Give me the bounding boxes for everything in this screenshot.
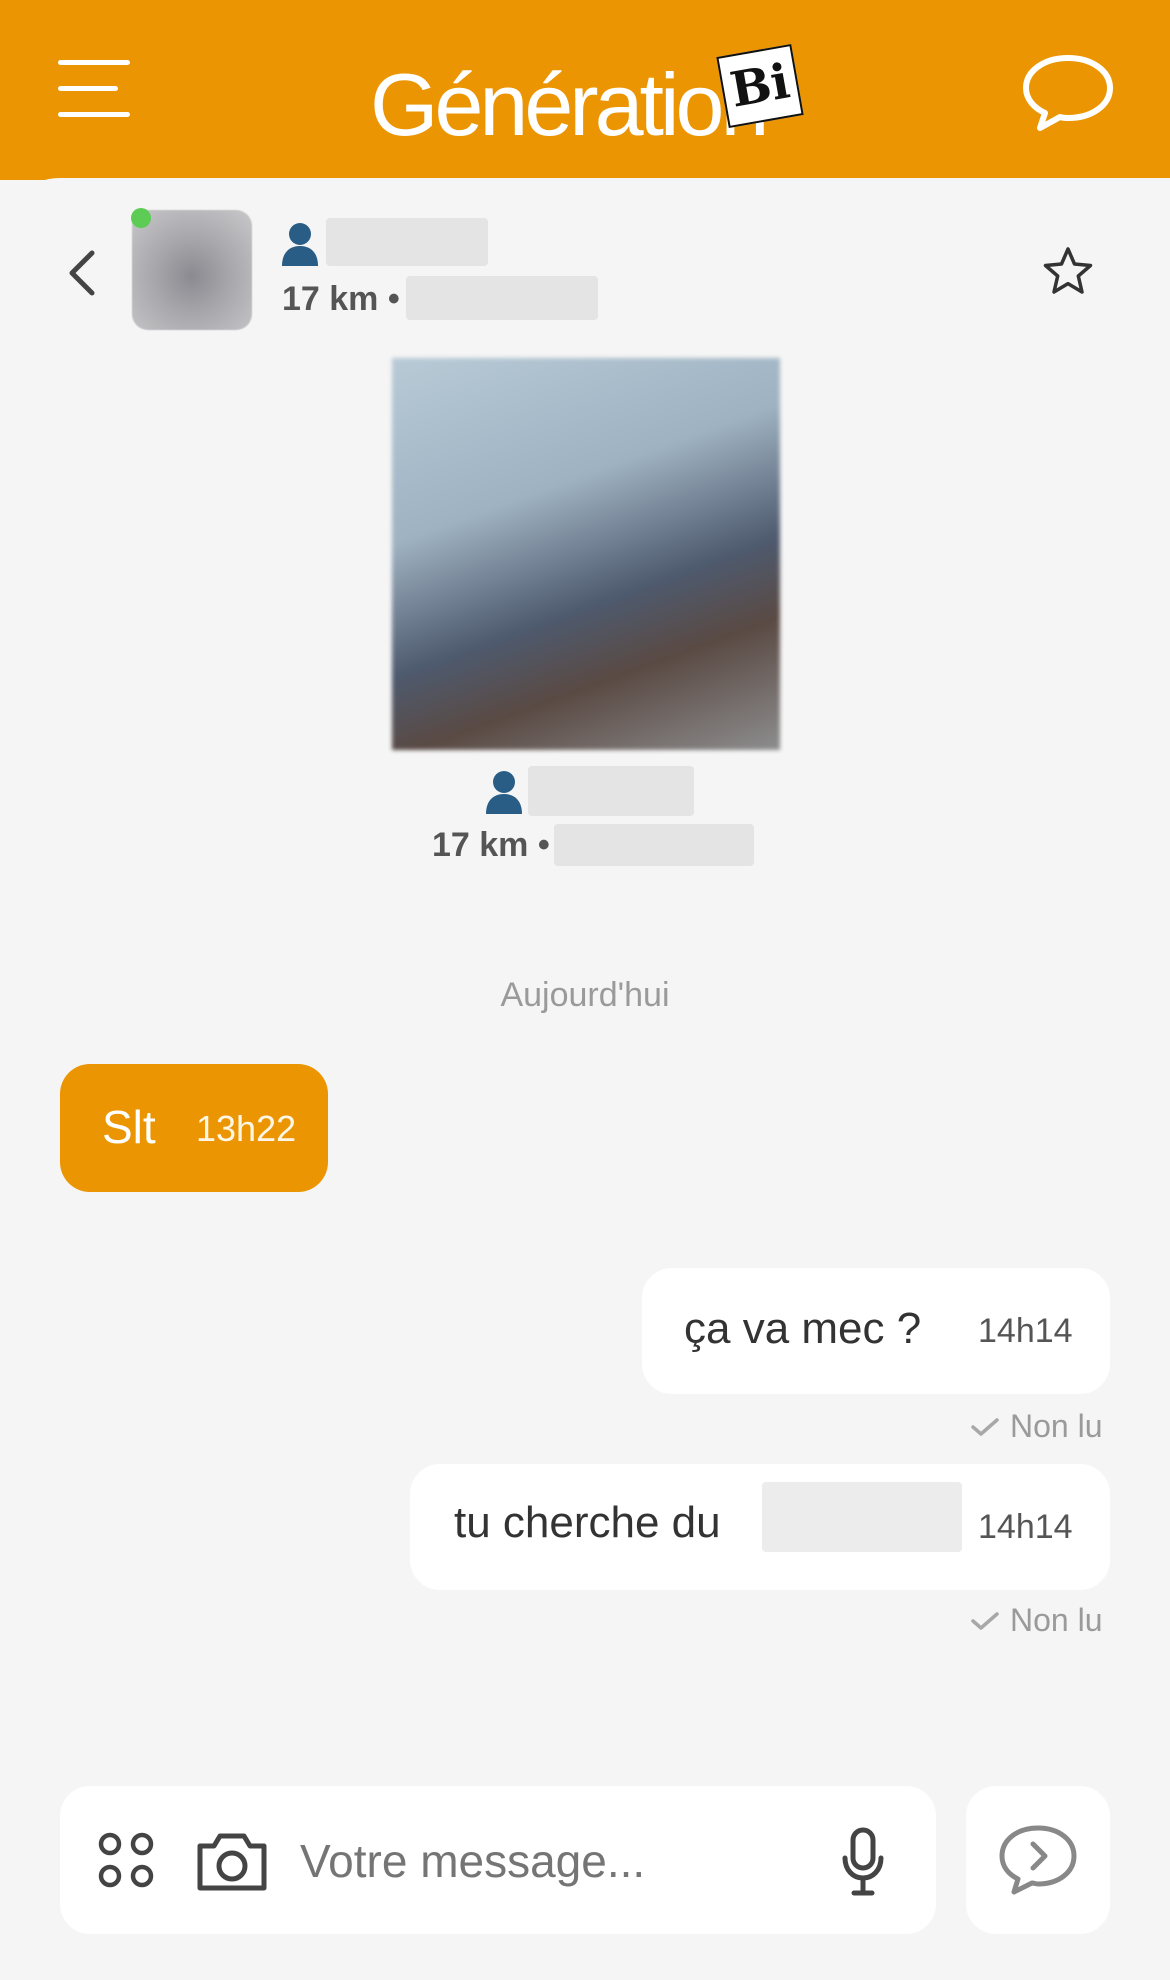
online-indicator	[131, 208, 151, 228]
check-icon	[971, 1612, 999, 1630]
logo-badge: Bi	[716, 43, 804, 129]
username-redacted	[326, 218, 488, 266]
user-icon	[486, 771, 522, 814]
location-redacted	[406, 276, 598, 320]
username-redacted	[528, 766, 694, 816]
message-status: Non lu	[970, 1602, 1103, 1639]
message-input[interactable]	[300, 1834, 700, 1888]
card-distance-label: 17 km •	[432, 826, 550, 864]
apps-grid-icon[interactable]	[96, 1830, 156, 1890]
logo-text: Génération	[370, 55, 769, 154]
message-time: 14h14	[978, 1312, 1073, 1350]
star-icon[interactable]	[1040, 244, 1096, 300]
location-redacted	[554, 824, 754, 866]
send-bubble-icon	[999, 1825, 1077, 1895]
microphone-icon[interactable]	[840, 1826, 886, 1898]
check-icon	[971, 1418, 999, 1436]
message-composer	[60, 1786, 936, 1934]
day-separator: Aujourd'hui	[500, 976, 670, 1014]
avatar[interactable]	[132, 210, 252, 330]
message-text: tu cherche du	[454, 1498, 721, 1547]
distance-label: 17 km •	[282, 280, 400, 318]
camera-icon[interactable]	[194, 1828, 270, 1894]
message-time: 13h22	[196, 1108, 297, 1149]
app-logo[interactable]: Génération Bi	[370, 43, 810, 154]
message-text: ça va mec ?	[684, 1304, 922, 1353]
message-outgoing[interactable]: ça va mec ? 14h14	[642, 1268, 1110, 1394]
message-status: Non lu	[970, 1408, 1103, 1445]
send-button[interactable]	[966, 1786, 1110, 1934]
message-text: Slt	[102, 1101, 156, 1153]
status-text: Non lu	[1010, 1408, 1103, 1444]
status-text: Non lu	[1010, 1602, 1103, 1638]
profile-photo[interactable]	[392, 358, 780, 750]
message-outgoing[interactable]: tu cherche du 14h14	[410, 1464, 1110, 1590]
chat-bubble-icon[interactable]	[1020, 52, 1116, 134]
hamburger-icon[interactable]	[58, 60, 130, 118]
user-icon	[282, 223, 318, 266]
message-incoming[interactable]: Slt 13h22	[60, 1064, 328, 1192]
message-time: 14h14	[978, 1508, 1073, 1546]
chevron-left-icon[interactable]	[62, 245, 102, 301]
app-header: Génération Bi	[0, 0, 1170, 180]
message-redacted	[762, 1482, 962, 1552]
